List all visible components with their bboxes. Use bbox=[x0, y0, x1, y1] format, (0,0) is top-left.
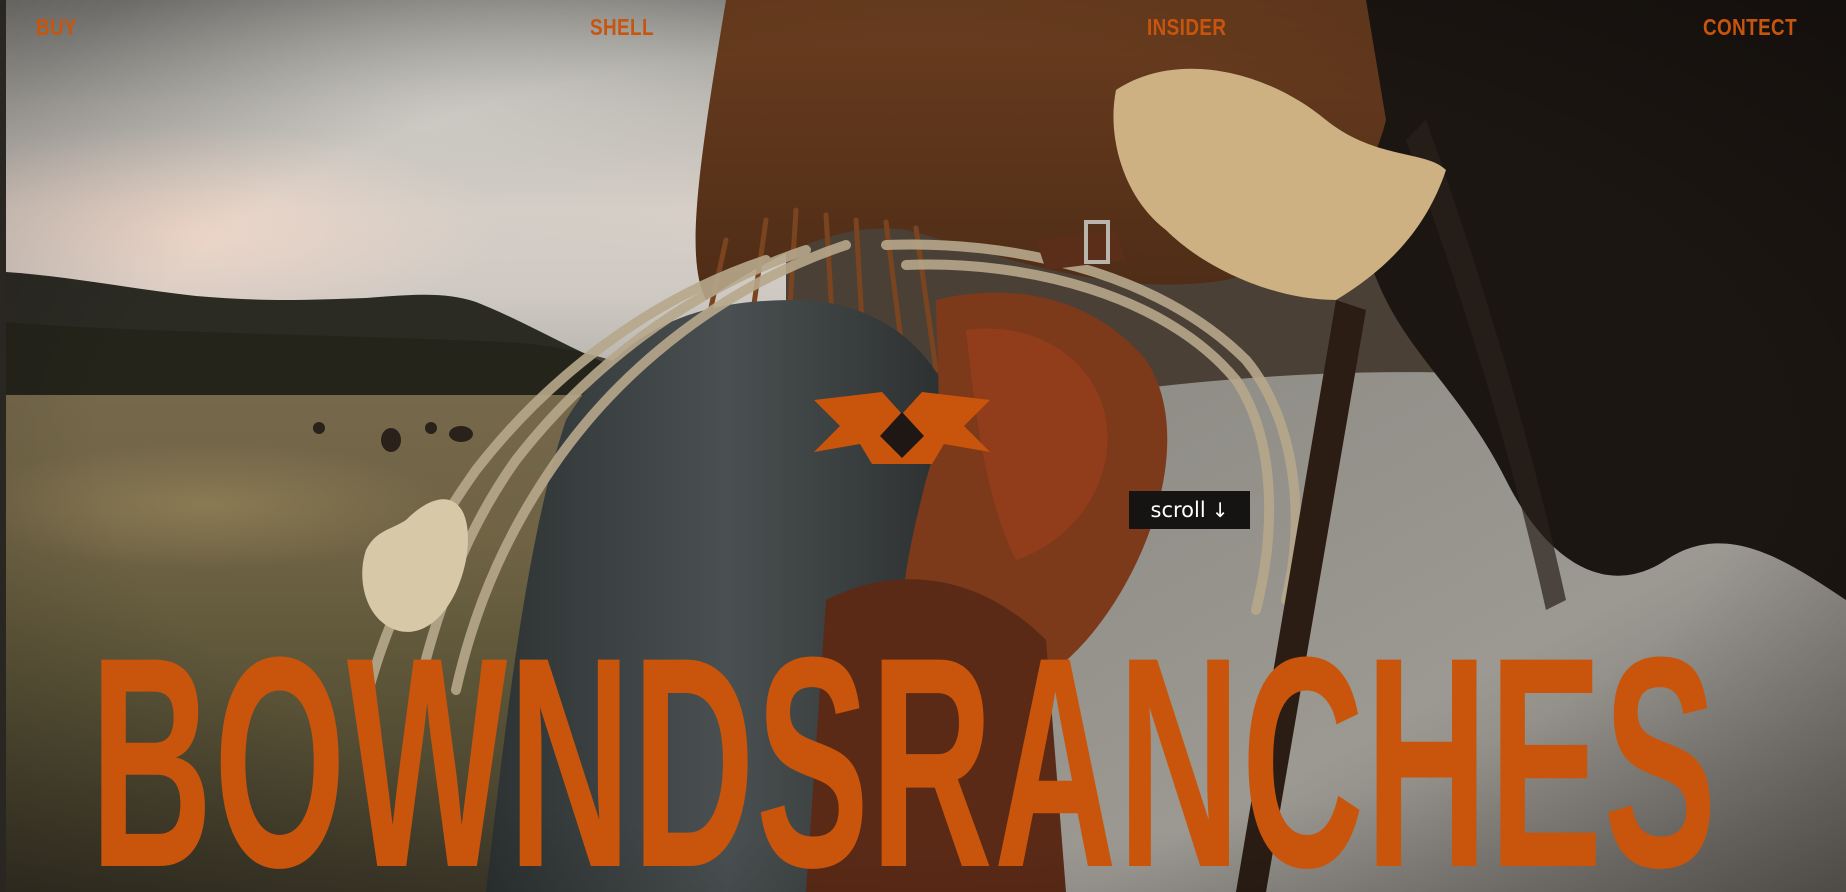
nav-link-insider[interactable]: INSIDER bbox=[1147, 12, 1226, 42]
scroll-button[interactable]: scroll ↓ bbox=[1129, 491, 1250, 529]
ranch-brand-icon[interactable] bbox=[814, 392, 990, 474]
hero-section: BUY SHELL INSIDER CONTECT scroll ↓ BOWND… bbox=[6, 0, 1846, 892]
scroll-label: scroll bbox=[1150, 498, 1206, 522]
brand-wordmark: BOWNDSRANCHES bbox=[90, 594, 1718, 892]
nav-link-buy[interactable]: BUY bbox=[36, 12, 77, 42]
nav-link-shell[interactable]: SHELL bbox=[590, 12, 654, 42]
top-nav: BUY SHELL INSIDER CONTECT bbox=[6, 12, 1846, 46]
arrow-down-icon: ↓ bbox=[1211, 498, 1229, 522]
nav-link-contect[interactable]: CONTECT bbox=[1703, 12, 1797, 42]
